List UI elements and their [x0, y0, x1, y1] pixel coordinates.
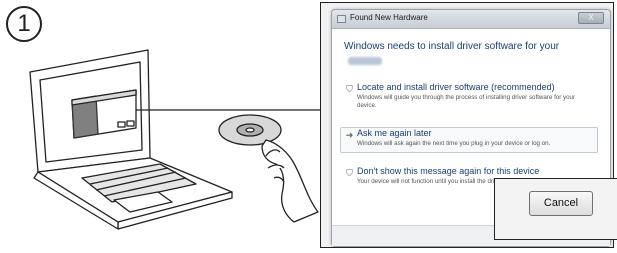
shield-icon: ⛉	[346, 168, 353, 178]
laptop-keyboard	[33, 157, 233, 230]
option-description: Windows will ask again the next time you…	[357, 140, 551, 147]
option-description: Windows will guide you through the proce…	[357, 94, 576, 109]
option-title: Don't show this message again for this d…	[357, 166, 540, 176]
dialog-titlebar: Found New Hardware X	[332, 10, 610, 29]
dialog-heading: Windows needs to install driver software…	[344, 41, 560, 52]
shield-icon: ⛉	[346, 84, 353, 94]
step-number: 1	[6, 6, 42, 42]
option-title: Locate and install driver software (reco…	[357, 82, 555, 92]
cd-icon	[218, 114, 282, 146]
device-name-redacted	[348, 57, 382, 65]
option-ask-later[interactable]: ➜ Ask me again later Windows will ask ag…	[340, 127, 598, 153]
hand-icon	[261, 139, 319, 223]
arrow-right-icon: ➜	[345, 130, 354, 140]
cancel-zoom-inset: Cancel	[494, 178, 617, 240]
cancel-button[interactable]: Cancel	[529, 191, 593, 216]
dialog-title: Found New Hardware	[350, 13, 428, 22]
hardware-icon	[337, 15, 346, 23]
close-button[interactable]: X	[578, 12, 604, 24]
option-locate-install[interactable]: ⛉ Locate and install driver software (re…	[340, 81, 598, 113]
option-title: Ask me again later	[357, 128, 432, 138]
